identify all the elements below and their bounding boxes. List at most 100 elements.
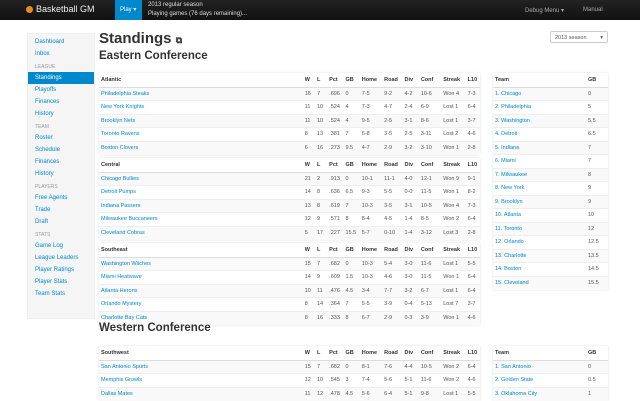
sidebar-item-game-log[interactable]: Game Log [28,240,94,252]
team-link[interactable]: 1. Chicago [495,91,521,97]
team-link[interactable]: 5. Indiana [495,145,519,151]
team-link[interactable]: 4. Detroit [495,131,517,137]
column-header[interactable]: Streak [441,73,466,88]
column-header[interactable]: Pct [327,346,344,361]
column-header[interactable]: Home [359,346,383,361]
column-header[interactable]: Conf [418,346,442,361]
team-link[interactable]: Boston Clovers [101,145,138,151]
season-select[interactable]: 2013 season ▾ [550,31,608,43]
team-link[interactable]: Miami Heatwave [101,274,142,280]
team-link[interactable]: 9. Brooklyn [495,199,523,205]
team-link[interactable]: Cleveland Cobras [101,230,145,236]
team-link[interactable]: Charlotte Bay Cats [101,315,147,321]
sidebar-item-finances[interactable]: Finances [28,156,94,168]
sidebar-item-dashboard[interactable]: Dashboard [28,36,94,48]
sidebar-item-inbox[interactable]: Inbox [28,48,94,60]
team-link[interactable]: 3. Washington [495,118,530,124]
external-link-icon[interactable]: ⧉ [176,35,182,45]
sidebar-item-playoffs[interactable]: Playoffs [28,84,94,96]
team-link[interactable]: Toronto Ravens [101,131,140,137]
sidebar-item-roster[interactable]: Roster [28,132,94,144]
team-link[interactable]: 13. Charlotte [495,253,527,259]
team-link[interactable]: Memphis Growls [101,377,142,383]
team-link[interactable]: 2. Golden State [495,377,533,383]
column-header[interactable]: Home [359,158,383,173]
column-header[interactable]: Conf [418,243,442,258]
team-link[interactable]: Milwaukee Buccaneers [101,216,158,222]
team-link[interactable]: Dallas Mates [101,391,133,397]
column-header[interactable]: GB [343,243,360,258]
column-header[interactable]: L [314,243,328,258]
team-link[interactable]: Washington Witches [101,261,151,267]
sidebar-item-trade[interactable]: Trade [28,204,94,216]
column-header[interactable]: Road [382,73,403,88]
column-header[interactable]: GB [343,73,360,88]
team-link[interactable]: 15. Cleveland [495,280,529,286]
sidebar-item-finances[interactable]: Finances [28,96,94,108]
sidebar-item-history[interactable]: History [28,108,94,120]
brand-link[interactable]: Basketball GM [26,4,95,14]
column-header[interactable]: W [302,346,315,361]
sidebar-item-player-stats[interactable]: Player Stats [28,276,94,288]
column-header[interactable]: Div [402,73,419,88]
play-button[interactable]: Play ▾ [115,0,142,20]
debug-menu[interactable]: Debug Menu ▾ [525,7,564,14]
team-link[interactable]: 3. Oklahoma City [495,391,537,397]
column-header[interactable]: W [302,158,315,173]
column-header[interactable]: L10 [465,73,480,88]
team-link[interactable]: 8. New York [495,185,524,191]
column-header[interactable]: Conf [418,158,442,173]
column-header[interactable]: Div [402,158,419,173]
column-header[interactable]: GB [343,346,360,361]
column-header[interactable]: Streak [441,346,466,361]
sidebar-item-draft[interactable]: Draft [28,216,94,228]
column-header[interactable]: L [314,158,328,173]
team-link[interactable]: 1. San Antonio [495,364,531,370]
column-header[interactable]: Div [402,243,419,258]
column-header[interactable]: Road [382,158,403,173]
team-link[interactable]: 11. Toronto [495,226,522,232]
column-header[interactable]: Pct [327,73,344,88]
column-header[interactable]: Streak [441,158,466,173]
column-header[interactable]: Pct [327,158,344,173]
sidebar-item-schedule[interactable]: Schedule [28,144,94,156]
column-header[interactable]: Div [402,346,419,361]
column-header[interactable]: W [302,243,315,258]
column-header[interactable]: L10 [465,158,480,173]
team-link[interactable]: Brooklyn Nets [101,118,135,124]
team-link[interactable]: Orlando Mystery [101,301,141,307]
column-header[interactable]: L [314,73,328,88]
sidebar-item-team-stats[interactable]: Team Stats [28,288,94,300]
column-header[interactable]: Streak [441,243,466,258]
team-link[interactable]: Atlanta Herons [101,288,137,294]
column-header[interactable]: Home [359,73,383,88]
column-header[interactable]: Home [359,243,383,258]
team-link[interactable]: 2. Philadelphia [495,104,531,110]
team-link[interactable]: Indiana Passers [101,203,140,209]
team-link[interactable]: 6. Miami [495,158,516,164]
team-link[interactable]: 7. Milwaukee [495,172,527,178]
team-link[interactable]: New York Knights [101,104,144,110]
column-header[interactable]: Conf [418,73,442,88]
column-header[interactable]: GB [343,158,360,173]
column-header[interactable]: L [314,346,328,361]
sidebar-item-free-agents[interactable]: Free Agents [28,192,94,204]
sidebar-item-history[interactable]: History [28,168,94,180]
team-link[interactable]: 14. Boston [495,266,521,272]
team-link[interactable]: Chicago Bullies [101,176,139,182]
column-header[interactable]: L10 [465,346,480,361]
column-header[interactable]: Pct [327,243,344,258]
column-header[interactable]: Road [382,243,403,258]
team-link[interactable]: Detroit Pumps [101,189,136,195]
manual-link[interactable]: Manual [583,7,603,13]
column-header[interactable]: W [302,73,315,88]
team-link[interactable]: San Antonio Spurts [101,364,148,370]
sidebar-item-player-ratings[interactable]: Player Ratings [28,264,94,276]
column-header[interactable]: L10 [465,243,480,258]
team-link[interactable]: Philadelphia Steaks [101,91,149,97]
sidebar-item-league-leaders[interactable]: League Leaders [28,252,94,264]
team-link[interactable]: 10. Atlanta [495,212,521,218]
team-link[interactable]: 12. Orlando [495,239,524,245]
column-header[interactable]: Road [382,346,403,361]
sidebar-item-standings[interactable]: Standings [28,72,94,84]
